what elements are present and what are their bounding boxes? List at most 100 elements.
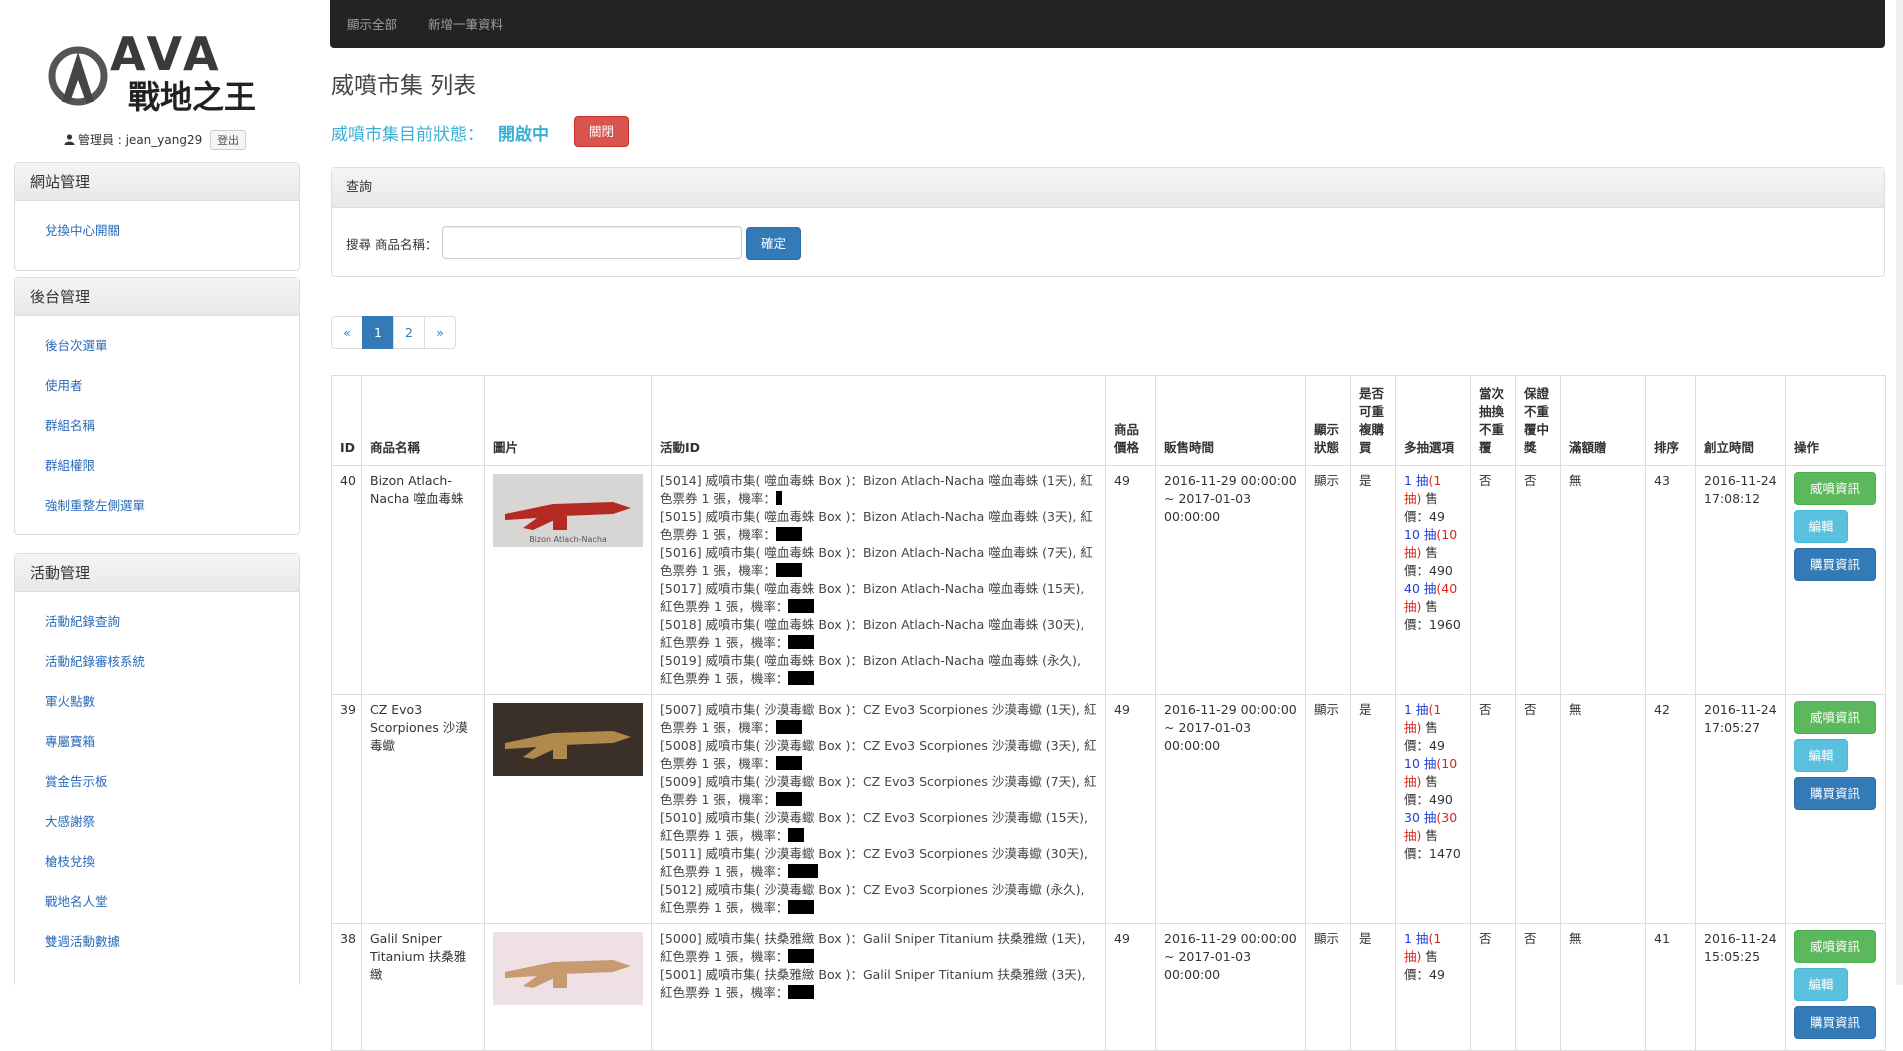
sidebar-item-biweekly-data[interactable]: 雙週活動數據 [15, 922, 299, 962]
event-line: [5010] 威噴市集( 沙漠毒蠍 Box )：CZ Evo3 Scorpion… [660, 810, 1088, 843]
pager-page-2[interactable]: 2 [393, 316, 425, 349]
product-info-button[interactable]: 威噴資訊 [1794, 701, 1876, 734]
cell-name: Galil Sniper Titanium 扶桑雅緻 [361, 923, 485, 1051]
header-bonus: 滿額贈 [1560, 375, 1646, 466]
header-event-id: 活動ID [651, 375, 1106, 466]
purchase-info-button[interactable]: 購買資訊 [1794, 1006, 1876, 1039]
cell-display: 顯示 [1305, 694, 1351, 924]
cell-no-repeat-win: 否 [1515, 694, 1561, 924]
sidebar-item-exchange-switch[interactable]: 兌換中心開關 [15, 211, 299, 251]
table-row: 40 Bizon Atlach-Nacha 噬血毒蛛 Bizon Atlach-Na… [331, 465, 1886, 695]
multi-option: 40 抽(40 抽) 售價：1960 [1404, 581, 1461, 632]
ava-logo: AVA 戰地之王 [48, 24, 264, 114]
event-line: [5019] 威噴市集( 噬血毒蛛 Box )：Bizon Atlach-Nac… [660, 653, 1081, 686]
search-submit-button[interactable]: 確定 [746, 227, 801, 260]
purchase-info-button[interactable]: 購買資訊 [1794, 777, 1876, 810]
header-multi: 多抽選項 [1395, 375, 1471, 466]
event-line: [5015] 威噴市集( 噬血毒蛛 Box )：Bizon Atlach-Nac… [660, 509, 1093, 542]
svg-text:AVA: AVA [110, 27, 223, 81]
header-no-repeat-win: 保證不重覆中獎 [1515, 375, 1561, 466]
header-no-repeat-draw: 當次抽換不重覆 [1470, 375, 1516, 466]
nav-add-new[interactable]: 新增一筆資料 [428, 14, 503, 33]
pager-next[interactable]: » [424, 316, 456, 349]
event-line: [5011] 威噴市集( 沙漠毒蠍 Box )：CZ Evo3 Scorpion… [660, 846, 1088, 879]
multi-option: 1 抽(1 抽) 售價：49 [1404, 702, 1445, 753]
sidebar-item-group-permissions[interactable]: 群組權限 [15, 446, 299, 486]
logout-button[interactable]: 登出 [210, 130, 247, 150]
status-value: 開啟中 [498, 125, 549, 145]
pager-page-1[interactable]: 1 [362, 316, 394, 349]
sidebar-item-bounty-board[interactable]: 賞金告示板 [15, 762, 299, 802]
event-line: [5016] 威噴市集( 噬血毒蛛 Box )：Bizon Atlach-Nac… [660, 545, 1093, 578]
status-label: 威噴市集目前狀態： [331, 125, 484, 145]
pager-prev[interactable]: « [331, 316, 363, 349]
cell-id: 38 [331, 923, 362, 1051]
cell-id: 40 [331, 465, 362, 695]
sidebar-item-exclusive-box[interactable]: 專屬寶箱 [15, 722, 299, 762]
product-info-button[interactable]: 威噴資訊 [1794, 930, 1876, 963]
sidebar-item-thanks-festival[interactable]: 大感謝祭 [15, 802, 299, 842]
header-image: 圖片 [484, 375, 652, 466]
sidebar-item-users[interactable]: 使用者 [15, 366, 299, 406]
purchase-info-button[interactable]: 購買資訊 [1794, 548, 1876, 581]
search-input[interactable] [442, 226, 742, 259]
pagination: « 1 2 » [331, 316, 456, 349]
cell-image [484, 923, 652, 1051]
cell-image [484, 694, 652, 924]
cell-price: 49 [1105, 923, 1156, 1051]
cell-display: 顯示 [1305, 465, 1351, 695]
panel-title: 活動管理 [15, 554, 299, 592]
cell-sort: 41 [1645, 923, 1696, 1051]
cell-multi: 1 抽(1 抽) 售價：49 10 抽(10 抽) 售價：490 30 抽(30 抽… [1395, 694, 1471, 924]
redacted-value [788, 864, 819, 878]
cell-sale-time: 2016-11-29 00:00:00 ~ 2017-01-03 00:00:0… [1155, 694, 1306, 924]
cell-id: 39 [331, 694, 362, 924]
close-market-button[interactable]: 關閉 [574, 116, 629, 147]
redacted-value [775, 527, 802, 541]
sidebar-item-reload-menu[interactable]: 強制重整左側選單 [15, 486, 299, 526]
header-price: 商品價格 [1105, 375, 1156, 466]
event-line: [5008] 威噴市集( 沙漠毒蠍 Box )：CZ Evo3 Scorpion… [660, 738, 1097, 771]
sidebar-item-event-review[interactable]: 活動紀錄審核系統 [15, 642, 299, 682]
redacted-value [788, 599, 815, 613]
weapon-image [493, 932, 643, 1005]
redacted-value [775, 792, 802, 806]
cell-created: 2016-11-24 17:05:27 [1695, 694, 1786, 924]
sidebar-item-event-log[interactable]: 活動紀錄查詢 [15, 602, 299, 642]
event-line: [5012] 威噴市集( 沙漠毒蠍 Box )：CZ Evo3 Scorpion… [660, 882, 1085, 915]
redacted-value [788, 828, 805, 842]
sidebar-item-arms-points[interactable]: 軍火點數 [15, 682, 299, 722]
cell-sale-time: 2016-11-29 00:00:00 ~ 2017-01-03 00:00:0… [1155, 923, 1306, 1051]
cell-actions: 威噴資訊編輯購買資訊 [1785, 694, 1886, 924]
redacted-value [775, 491, 782, 505]
sidebar-item-gun-exchange[interactable]: 槍枝兌換 [15, 842, 299, 882]
edit-button[interactable]: 編輯 [1794, 739, 1848, 772]
product-info-button[interactable]: 威噴資訊 [1794, 472, 1876, 505]
top-navbar: 顯示全部 新增一筆資料 [330, 0, 1885, 48]
redacted-value [775, 563, 802, 577]
event-line: [5000] 威噴市集( 扶桑雅緻 Box )：Galil Sniper Tit… [660, 931, 1086, 964]
sidebar-item-submenu[interactable]: 後台次選單 [15, 326, 299, 366]
table-row: 39 CZ Evo3 Scorpiones 沙漠毒蠍 [5007] 威噴市集( 沙漠… [331, 694, 1886, 924]
sidebar-item-group-names[interactable]: 群組名稱 [15, 406, 299, 446]
header-sort: 排序 [1645, 375, 1696, 466]
cell-actions: 威噴資訊 編輯 購買資訊 [1785, 923, 1886, 1051]
cell-repeat: 是 [1350, 923, 1396, 1051]
multi-option: 1 抽(1 抽) 售價：49 [1404, 473, 1445, 524]
panel-site-management: 網站管理 兌換中心開關 [14, 162, 300, 271]
redacted-value [788, 900, 815, 914]
nav-show-all[interactable]: 顯示全部 [347, 14, 397, 33]
header-display: 顯示狀態 [1305, 375, 1351, 466]
edit-button[interactable]: 編輯 [1794, 510, 1848, 543]
redacted-value [788, 635, 815, 649]
weapon-image: Bizon Atlach-Nacha [493, 474, 643, 547]
table-row: 38 Galil Sniper Titanium 扶桑雅緻 [5000] 威噴市集(… [331, 923, 1886, 1051]
event-line: [5009] 威噴市集( 沙漠毒蠍 Box )：CZ Evo3 Scorpion… [660, 774, 1097, 807]
admin-info: 管理員 : jean_yang29 登出 [0, 130, 310, 150]
redacted-value [775, 756, 802, 770]
sidebar-item-hall-of-fame[interactable]: 戰地名人堂 [15, 882, 299, 922]
cell-bonus: 無 [1560, 465, 1646, 695]
panel-title: 網站管理 [15, 163, 299, 201]
scrollbar[interactable] [1896, 0, 1903, 985]
redacted-value [775, 720, 802, 734]
